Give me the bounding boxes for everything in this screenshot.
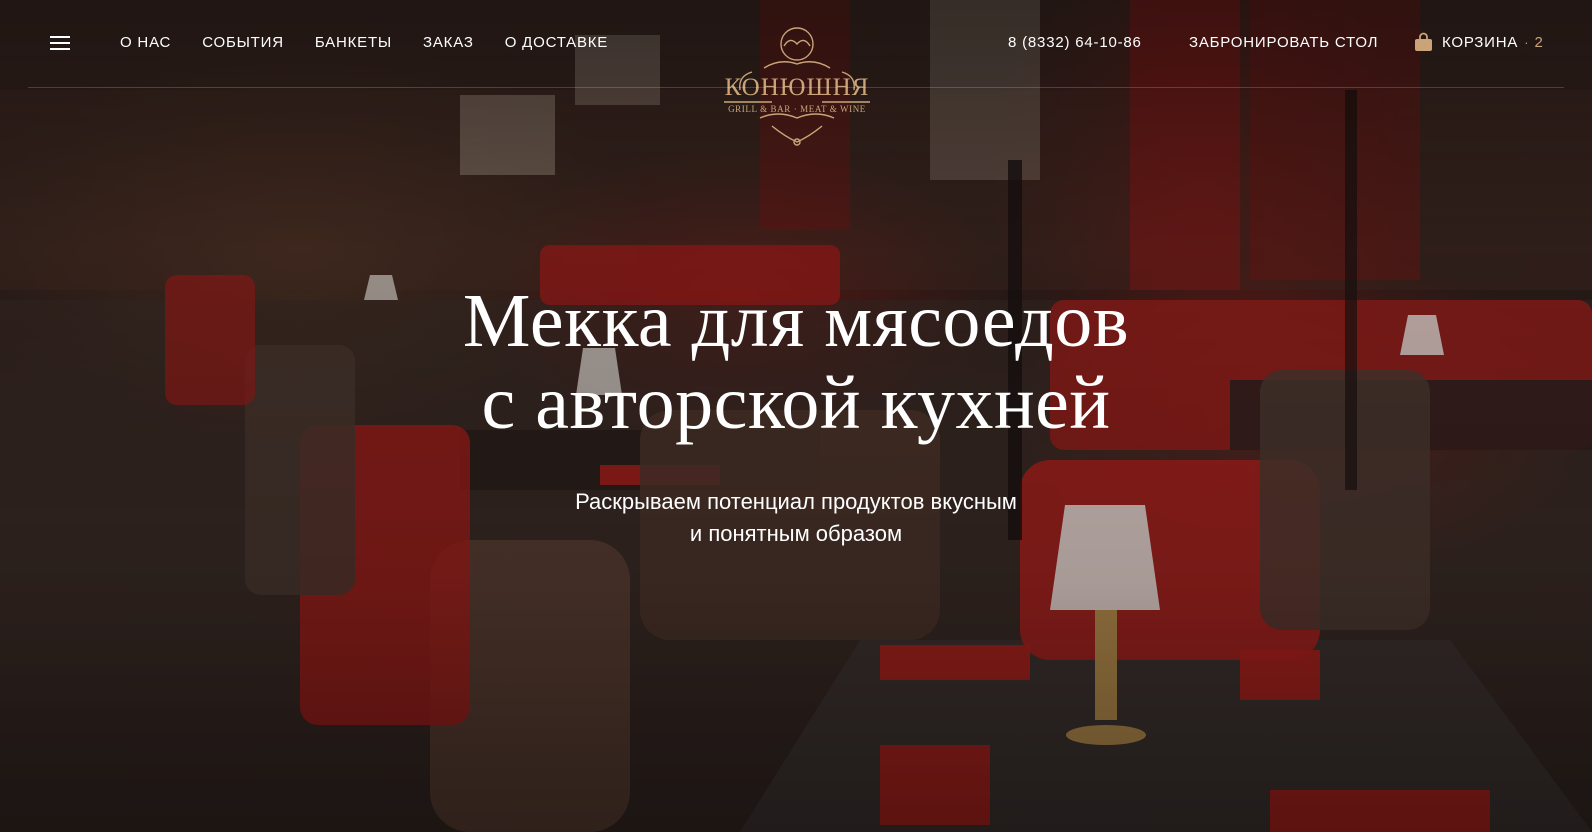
hero-subtitle-line: Раскрываем потенциал продуктов вкусным	[575, 489, 1017, 514]
cart-separator: ·	[1524, 34, 1529, 50]
logo[interactable]: КОНЮШНЯ GRILL & BAR · MEAT & WINE	[712, 16, 882, 148]
book-table-button[interactable]: ЗАБРОНИРОВАТЬ СТОЛ	[1189, 34, 1378, 51]
phone-link[interactable]: 8 (8332) 64-10-86	[1008, 34, 1142, 51]
nav-link-events[interactable]: СОБЫТИЯ	[202, 34, 284, 51]
cart-label: КОРЗИНА	[1442, 33, 1519, 51]
logo-subtitle: GRILL & BAR · MEAT & WINE	[728, 104, 866, 114]
hero-content: Мекка для мясоедов с авторской кухней Ра…	[0, 280, 1592, 550]
cart-button[interactable]: КОРЗИНА · 2	[1414, 32, 1543, 52]
nav-link-order[interactable]: ЗАКАЗ	[423, 34, 474, 51]
nav-link-delivery[interactable]: О ДОСТАВКЕ	[505, 34, 608, 51]
header-divider	[28, 87, 1564, 88]
hero-title-line: с авторской кухней	[481, 361, 1111, 445]
hero-title: Мекка для мясоедов с авторской кухней	[0, 280, 1592, 444]
hamburger-menu-icon[interactable]	[50, 36, 70, 50]
cart-count-badge: 2	[1534, 33, 1543, 51]
site-header: О НАС СОБЫТИЯ БАНКЕТЫ ЗАКАЗ О ДОСТАВКЕ К…	[0, 0, 1592, 146]
hero-subtitle: Раскрываем потенциал продуктов вкусным и…	[0, 486, 1592, 550]
hero-title-line: Мекка для мясоедов	[462, 279, 1130, 363]
logo-title: КОНЮШНЯ	[724, 74, 870, 101]
main-nav: О НАС СОБЫТИЯ БАНКЕТЫ ЗАКАЗ О ДОСТАВКЕ	[120, 34, 639, 51]
hero-subtitle-line: и понятным образом	[689, 521, 903, 546]
shopping-bag-icon	[1415, 32, 1432, 51]
nav-link-about[interactable]: О НАС	[120, 34, 171, 51]
nav-link-banquets[interactable]: БАНКЕТЫ	[315, 34, 392, 51]
